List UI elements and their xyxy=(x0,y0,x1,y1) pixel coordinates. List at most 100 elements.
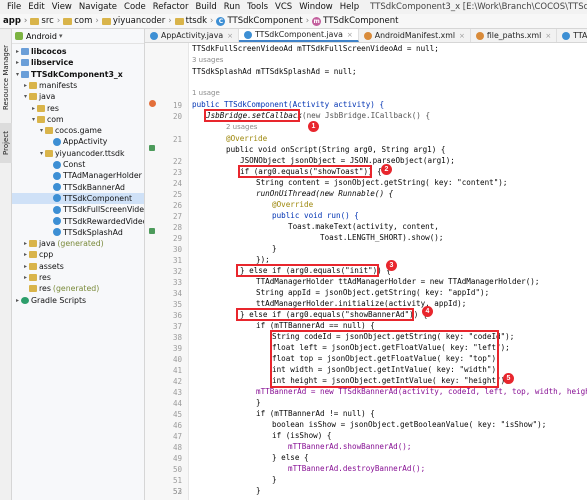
tree-item[interactable]: ▾ java xyxy=(12,91,55,102)
chevron-right-icon[interactable]: ▸ xyxy=(14,297,21,304)
menu-item-help[interactable]: Help xyxy=(340,2,359,12)
line-number: 36 xyxy=(172,311,182,320)
tree-item-label: cocos.game xyxy=(55,126,102,136)
breakpoint-icon[interactable] xyxy=(149,100,156,107)
project-tab[interactable]: Project xyxy=(0,123,12,163)
tree-item[interactable]: ▸ libservice xyxy=(12,57,73,68)
tree-item[interactable]: Const xyxy=(12,159,85,170)
tree-item-label: res xyxy=(39,273,51,282)
breadcrumb: app › src › com › yiyuancoder › ttsdk › C TTSd… xyxy=(0,14,587,29)
close-icon[interactable]: × xyxy=(227,32,233,40)
tree-item-label: Const xyxy=(63,160,86,169)
breadcrumb-item-method[interactable]: m TTSdkComponent xyxy=(312,16,398,26)
tree-item[interactable]: ▸ java (generated) xyxy=(12,238,104,249)
tree-item-label: TTSdkRewardedVideoAd xyxy=(63,216,144,226)
breadcrumb-item-class[interactable]: C TTSdkComponent › xyxy=(216,16,312,26)
chevron-down-icon[interactable]: ▾ xyxy=(22,93,29,100)
line-number: 22 xyxy=(172,157,182,166)
tree-item[interactable]: ▸ manifests xyxy=(12,80,77,91)
line-number: 27 xyxy=(172,212,182,221)
close-icon[interactable]: × xyxy=(459,32,465,40)
tree-item-label: com xyxy=(47,114,64,124)
class-icon: C xyxy=(216,16,226,26)
chevron-down-icon[interactable]: ▾ xyxy=(38,150,45,157)
tree-item[interactable]: res (generated) xyxy=(12,283,99,294)
chevron-right-icon[interactable]: ▸ xyxy=(30,105,37,112)
editor-tab[interactable]: AppActivity.java × xyxy=(145,29,239,42)
breadcrumb-item-ttsdk[interactable]: ttsdk › xyxy=(174,16,217,26)
chevron-down-icon[interactable]: ▾ xyxy=(38,127,45,134)
breadcrumb-item-src[interactable]: src › xyxy=(30,16,63,26)
override-icon[interactable] xyxy=(149,145,155,151)
resource-manager-tab[interactable]: Resource Manager xyxy=(0,37,12,117)
tree-item[interactable]: TTSdkSplashAd xyxy=(12,227,123,238)
highlight-box-2 xyxy=(238,165,372,178)
tree-item[interactable]: ▸ cpp xyxy=(12,249,53,260)
tree-item[interactable]: ▸ res xyxy=(12,103,59,114)
tree-item[interactable]: AppActivity xyxy=(12,136,107,147)
menu-item-refactor[interactable]: Refactor xyxy=(153,2,189,12)
tree-item[interactable]: ▸ Gradle Scripts xyxy=(12,295,86,306)
menu-item-window[interactable]: Window xyxy=(299,2,333,12)
tree-item[interactable]: ▾ yiyuancoder.ttsdk xyxy=(12,148,124,159)
folder-icon xyxy=(174,17,184,25)
tree-item[interactable]: TTSdkComponent xyxy=(12,192,144,204)
line-number: 50 xyxy=(172,465,182,474)
folder-icon xyxy=(29,81,37,89)
folder-icon xyxy=(29,285,37,293)
menu-item-navigate[interactable]: Navigate xyxy=(79,2,117,12)
menu-item-build[interactable]: Build xyxy=(195,2,216,12)
code-line: mTTBannerAd.destroyBannerAd(); xyxy=(288,464,426,473)
tree-item-label: TTSdkComponent3_x xyxy=(31,69,123,79)
chevron-right-icon[interactable]: ▸ xyxy=(14,48,21,55)
tree-item[interactable]: ▾ TTSdkComponent3_x xyxy=(12,69,123,80)
chevron-right-icon[interactable]: ▸ xyxy=(22,240,29,247)
tree-item[interactable]: TTSdkFullScreenVideoAd xyxy=(12,204,145,215)
line-number: 37 xyxy=(172,322,182,331)
menu-item-vcs[interactable]: VCS xyxy=(275,2,292,12)
chevron-right-icon[interactable]: ▸ xyxy=(14,59,21,66)
chevron-right-icon[interactable]: ▸ xyxy=(22,274,29,281)
chevron-right-icon[interactable]: ▸ xyxy=(22,251,29,258)
line-number: 33 xyxy=(172,278,182,287)
code-line: @Override xyxy=(272,200,314,209)
chevron-down-icon[interactable]: ▾ xyxy=(30,116,37,123)
tree-item[interactable]: ▸ res xyxy=(12,272,51,283)
editor-tab[interactable]: AndroidManifest.xml × xyxy=(359,29,471,42)
menu-item-edit[interactable]: Edit xyxy=(28,2,44,12)
tree-item-label: java xyxy=(39,239,56,249)
breadcrumb-item-com[interactable]: com › xyxy=(63,16,102,26)
override-icon[interactable] xyxy=(149,228,155,234)
editor-tab[interactable]: TTAdManagerHolder.java× xyxy=(557,29,587,42)
menu-item-code[interactable]: Code xyxy=(124,2,146,12)
chevron-right-icon[interactable]: ▸ xyxy=(22,263,29,270)
menu-item-view[interactable]: View xyxy=(52,2,72,12)
tree-item[interactable]: ▸ assets xyxy=(12,261,64,272)
menu-item-tools[interactable]: Tools xyxy=(247,2,268,12)
close-icon[interactable]: × xyxy=(545,32,551,40)
chevron-right-icon[interactable]: ▸ xyxy=(22,82,29,89)
editor-tab[interactable]: file_paths.xml × xyxy=(471,29,558,42)
tree-item-label: TTSdkSplashAd xyxy=(63,227,123,237)
breadcrumb-item-yiyuancoder[interactable]: yiyuancoder › xyxy=(101,16,175,26)
editor-tab[interactable]: TTSdkComponent.java × xyxy=(238,29,359,42)
tree-item[interactable]: TTSdkBannerAd xyxy=(12,182,125,193)
project-view-selector[interactable]: Android ▾ xyxy=(12,29,144,44)
chevron-down-icon[interactable]: ▾ xyxy=(14,71,21,78)
tree-item-label: TTSdkFullScreenVideoAd xyxy=(63,205,145,215)
tree-item[interactable]: ▸ libcocos xyxy=(12,46,67,57)
close-icon[interactable]: × xyxy=(347,31,353,39)
breadcrumb-item-app[interactable]: app › xyxy=(3,16,30,26)
tree-item[interactable]: TTSdkRewardedVideoAd xyxy=(12,216,144,227)
menu-item-run[interactable]: Run xyxy=(224,2,240,12)
tree-item[interactable]: TTAdManagerHolder xyxy=(12,170,142,181)
folder-icon xyxy=(37,115,45,123)
code-editor[interactable]: TTSdkFullScreenVideoAd mTTSdkFullScreenV… xyxy=(190,43,587,500)
tree-item-label: manifests xyxy=(39,80,78,90)
tree-item[interactable]: ▾ com xyxy=(12,114,64,125)
code-line: if (isShow) { xyxy=(272,431,332,440)
menu-item-file[interactable]: File xyxy=(7,2,21,12)
badge-5: 5 xyxy=(503,373,514,384)
line-number: 49 xyxy=(172,454,182,463)
tree-item[interactable]: ▾ cocos.game xyxy=(12,125,102,136)
